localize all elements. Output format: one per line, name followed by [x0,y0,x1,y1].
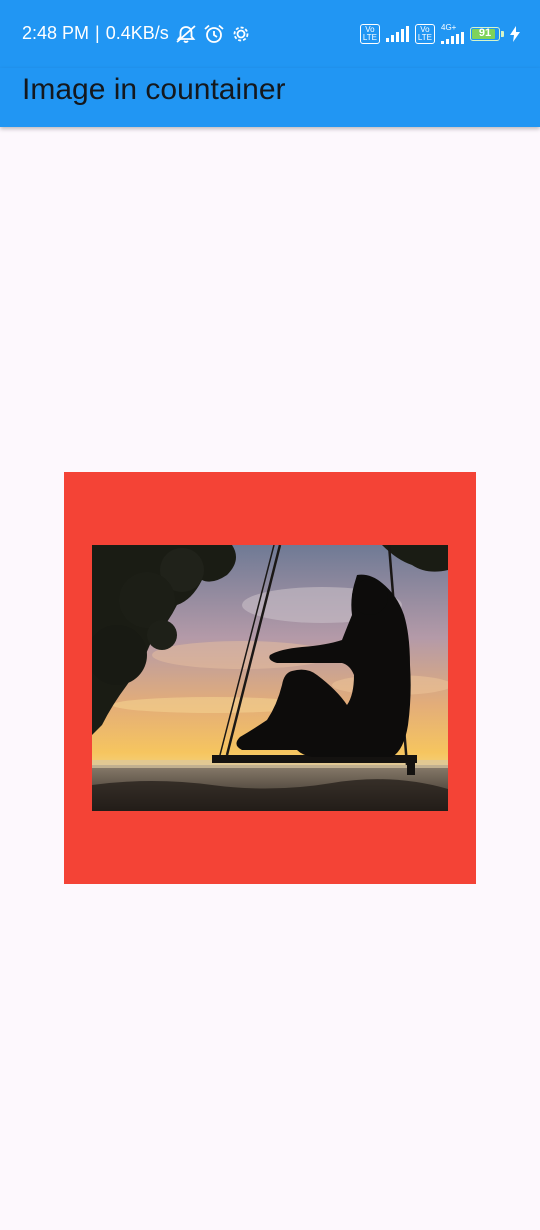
page-title: Image in countainer [22,73,286,106]
settings-gear-icon [233,26,249,41]
status-right: Vo LTE Vo LTE 4G+ 91 [359,24,520,44]
photo-image [92,545,448,811]
charging-icon [510,26,520,42]
battery-icon: 91 [470,27,504,41]
app-bar: Image in countainer [0,68,540,127]
mute-notifications-icon [176,24,196,43]
network-type-label: 4G+ [441,23,457,32]
swing-silhouette-image [92,545,448,811]
volte-icon: Vo LTE [414,24,435,44]
status-net-speed: 0.4KB/s [105,23,169,43]
signal-icon [385,26,409,42]
red-container [64,472,476,884]
status-bar: 2:48 PM | 0.4KB/s Vo LTE Vo LTE 4G+ 91 [0,0,540,68]
battery-level: 91 [478,27,492,39]
4g-plus-signal-icon: 4G+ [441,24,464,44]
status-time: 2:48 PM [22,23,90,43]
volte-icon: Vo LTE [359,24,380,44]
status-left: 2:48 PM | 0.4KB/s [22,23,251,44]
status-separator: | [95,23,100,43]
alarm-icon [204,24,224,43]
